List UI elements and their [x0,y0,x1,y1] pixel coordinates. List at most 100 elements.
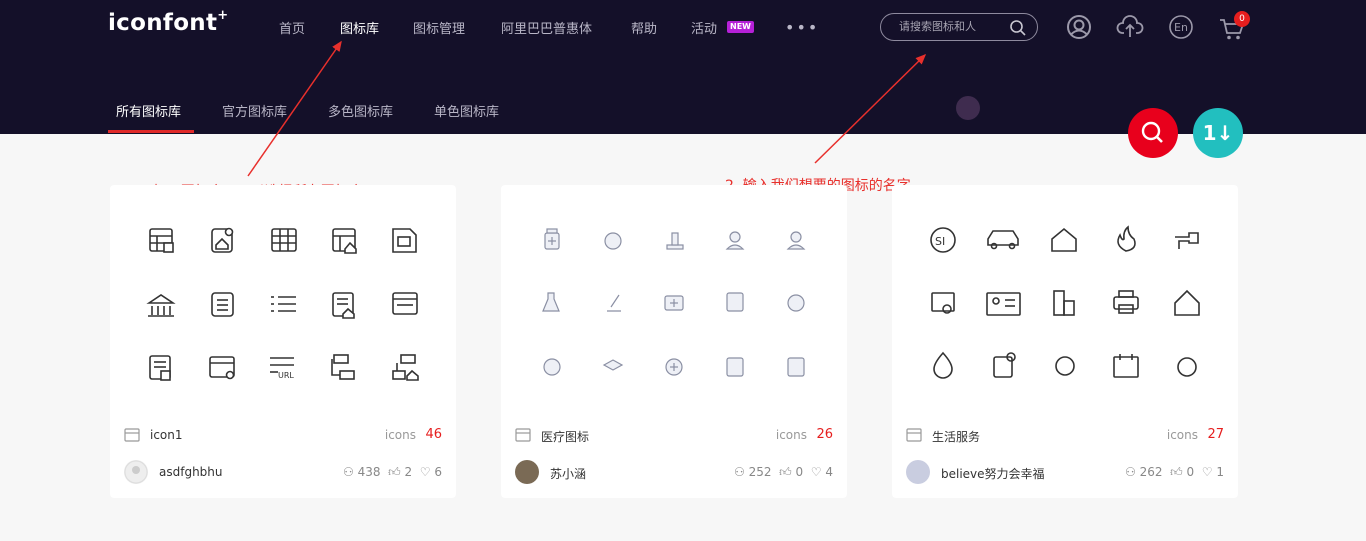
thumb-up-icon: 👍︎ [1170,465,1183,479]
card-stats: ⚇ 252 👍︎ 0 ♡ 4 [734,465,833,480]
browser-window-icon [392,292,418,315]
search-speed-icon [1177,357,1197,377]
icon-preview-grid: SI [930,225,1200,379]
library-card[interactable]: URL icon1 icons 46 asdfghbhu ⚇ 438 👍︎ 2 … [110,185,456,498]
views-count: 252 [748,465,772,479]
notes-icon [726,357,744,377]
heart-icon: ♡ [1201,465,1213,479]
icons-count: 27 [1207,427,1224,442]
arrow-to-icon-library [247,40,342,177]
card-author-row: believe努力会幸福 ⚇ 262 👍︎ 0 ♡ 1 [906,460,1224,484]
stamp-icon [666,232,684,250]
list-document-icon [211,292,234,317]
grid-icon [271,228,297,252]
first-aid-kit-icon [664,295,684,311]
card-stats: ⚇ 438 👍︎ 2 ♡ 6 [343,465,442,480]
card-info-row: 生活服务 icons 27 [906,425,1224,445]
calendar-card-icon [1113,354,1139,378]
author-name[interactable]: 苏小涵 [550,465,586,482]
url-list-icon: URL [270,357,294,380]
views-count: 262 [1139,465,1163,479]
likes-count: 0 [795,465,804,479]
flow-home-icon [392,354,419,381]
water-tap-icon [1175,232,1199,249]
author-name[interactable]: believe努力会幸福 [941,465,1045,482]
avatar[interactable] [124,460,148,484]
likes-count: 0 [1186,465,1195,479]
id-search-icon [931,292,955,314]
favorites-count: 1 [1216,465,1224,479]
medicine-bottle-icon [544,228,560,250]
water-drop-icon [933,351,953,379]
house-yen-icon [1051,227,1077,252]
bank-icon [146,294,176,317]
add-circle-icon [665,358,683,376]
views-count: 438 [357,465,381,479]
library-icon [124,428,140,442]
likes-count: 2 [404,465,413,479]
flow-swap-icon [331,354,355,380]
arrow-to-search [814,53,927,164]
list-icon [271,296,296,312]
user-icon: ⚇ [1124,465,1136,479]
form-grid-icon [149,355,171,381]
exchange-icon [604,232,622,250]
microscope-icon [607,294,621,312]
user-icon: ⚇ [342,465,354,479]
speaker-icon [543,358,561,376]
fire-icon [1117,225,1136,252]
thumb-up-icon: 👍︎ [388,465,401,479]
avatar[interactable] [906,460,930,484]
card-info-row: icon1 icons 46 [124,425,442,445]
icons-label: icons [384,428,416,442]
default-avatar-icon [124,460,148,484]
library-title[interactable]: 生活服务 [932,428,980,445]
table-icon [149,228,174,253]
medical-clipboard-icon [726,292,744,312]
favorites-count: 6 [434,465,442,479]
avatar[interactable] [515,460,539,484]
window-settings-icon [209,356,235,380]
document-home-icon [332,292,355,319]
heart-icon: ♡ [419,465,431,479]
card-stats: ⚇ 262 👍︎ 0 ♡ 1 [1125,465,1224,480]
bag-icon [787,357,805,377]
doctor-icon [725,231,745,250]
icons-count: 26 [816,427,833,442]
house-outline-icon [1174,289,1200,316]
svg-text:SI: SI [935,235,945,248]
card-author-row: asdfghbhu ⚇ 438 👍︎ 2 ♡ 6 [124,460,442,484]
library-title[interactable]: 医疗图标 [541,428,589,445]
graduation-cap-icon [602,359,624,371]
nurse-icon [786,231,806,250]
bill-icon [993,352,1016,378]
heart-icon: ♡ [810,465,822,479]
icon-preview-grid: URL [146,227,419,381]
library-card[interactable]: 医疗图标 icons 26 苏小涵 ⚇ 252 👍︎ 0 ♡ 4 [501,185,847,498]
library-icon [515,428,531,442]
card-info-row: 医疗图标 icons 26 [515,425,833,445]
library-card[interactable]: SI 生活服务 icons 27 believe努力会幸福 ⚇ 262 👍︎ 0… [892,185,1238,498]
yen-hand-icon [1055,356,1075,376]
house-document-icon [211,227,234,253]
library-title[interactable]: icon1 [150,428,183,442]
table-home-icon [332,228,357,254]
icons-label: icons [1166,428,1198,442]
car-icon [987,230,1019,250]
thumb-up-icon: 👍︎ [779,465,792,479]
pill-icon [787,294,805,312]
flask-icon [542,292,560,312]
icon-preview-grid [542,228,806,377]
author-name[interactable]: asdfghbhu [159,465,223,479]
icons-count: 46 [425,427,442,442]
building-icon [1053,290,1075,316]
document-image-icon [392,228,417,253]
printer-icon [1113,290,1139,314]
icons-label: icons [775,428,807,442]
svg-text:URL: URL [278,371,294,380]
card-author-row: 苏小涵 ⚇ 252 👍︎ 0 ♡ 4 [515,460,833,484]
favorites-count: 4 [825,465,833,479]
social-insurance-icon: SI [930,227,956,253]
id-card-icon [986,292,1021,316]
user-icon: ⚇ [733,465,745,479]
